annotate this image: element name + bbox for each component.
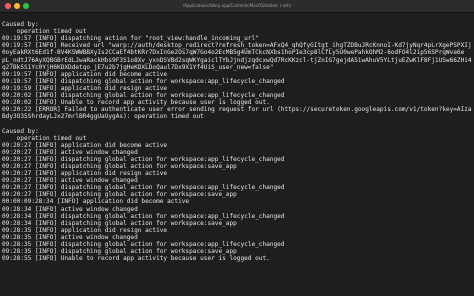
terminal-line: 09:28:35 [INFO] application did resign a… xyxy=(2,226,168,234)
terminal-line: 09:20:27 [INFO] active window changed xyxy=(2,148,138,156)
terminal-line: q27Bk5S1Yc0YjH6KDXDdetqo_jE7u2b7jgHeKDXL… xyxy=(2,63,274,71)
terminal-line: 09:20:27 [INFO] dispatching global actio… xyxy=(2,162,237,170)
terminal-line: 09:20:27 [INFO] application did become a… xyxy=(2,141,168,149)
title-bar[interactable]: /Applications/Warp.app/Contents/MacOS/st… xyxy=(0,0,474,13)
terminal-line: 09:20:02 [INFO] dispatching global actio… xyxy=(2,92,285,100)
terminal-line: pL_ndtJ76AyXQBGBrEdLJwaRackHbs9F3S1o8Xv_… xyxy=(2,56,472,64)
terminal-line: 09:28:35 [INFO] active window changed xyxy=(2,233,138,241)
terminal-line: 09:19:57 [INFO] dispatching global actio… xyxy=(2,77,285,85)
terminal-line: 09:20:27 [INFO] dispatching global actio… xyxy=(2,191,237,199)
terminal-line: 09:20:27 [INFO] active window changed xyxy=(2,177,138,185)
terminal-line: 09:20:22 [ERROR] Failed to authenticate … xyxy=(2,106,472,114)
terminal-line: Caused by: xyxy=(2,21,39,29)
terminal-line: 09:28:34 [INFO] dispatching global actio… xyxy=(2,212,285,220)
terminal-line: Caused by: xyxy=(2,127,39,135)
terminal-line: 09:20:27 [INFO] dispatching global actio… xyxy=(2,184,285,192)
terminal-line: 09:20:02 [INFO] Unable to record app act… xyxy=(2,99,270,107)
terminal-line: 09:20:27 [INFO] dispatching global actio… xyxy=(2,155,285,163)
terminal-line: Bdy3O35ShrdayLJx27mrlBR4ggUaUygAs): oper… xyxy=(2,113,204,121)
terminal-window: /Applications/Warp.app/Contents/MacOS/st… xyxy=(0,0,474,296)
terminal-line: 09:28:35 [INFO] dispatching global actio… xyxy=(2,241,285,248)
terminal-line: 09:19:57 [INFO] dispatching action for "… xyxy=(2,35,259,43)
terminal-line: 09:28:34 [INFO] active window changed xyxy=(2,205,138,213)
terminal-line: operation timed out xyxy=(2,28,87,36)
terminal-output[interactable]: Caused by: operation timed out 09:19:57 [… xyxy=(2,14,472,294)
terminal-line: 00:00:09:28:34 [INFO] application did be… xyxy=(2,198,190,206)
terminal-line: 09:28:35 [INFO] dispatching global actio… xyxy=(2,248,237,256)
terminal-line: 09:20:27 [INFO] application did resign a… xyxy=(2,170,168,178)
terminal-line: 09:19:57 [INFO] Received url "warp://aut… xyxy=(2,42,472,50)
terminal-line: 09:19:59 [INFO] application did resign a… xyxy=(2,84,168,92)
terminal-line: 09:28:55 [INFO] Unable to record app act… xyxy=(2,255,270,263)
terminal-line: operation timed out xyxy=(2,134,87,142)
terminal-line: 09:19:57 [INFO] application did become a… xyxy=(2,70,168,78)
window-title: /Applications/Warp.app/Contents/MacOS/st… xyxy=(182,3,292,8)
terminal-line: 0oyEakRXt6Ed1f-BV4KSWWBBXyIs2CCaEf4btKRr… xyxy=(2,49,465,57)
terminal-line: 09:28:34 [INFO] dispatching global actio… xyxy=(2,219,237,227)
